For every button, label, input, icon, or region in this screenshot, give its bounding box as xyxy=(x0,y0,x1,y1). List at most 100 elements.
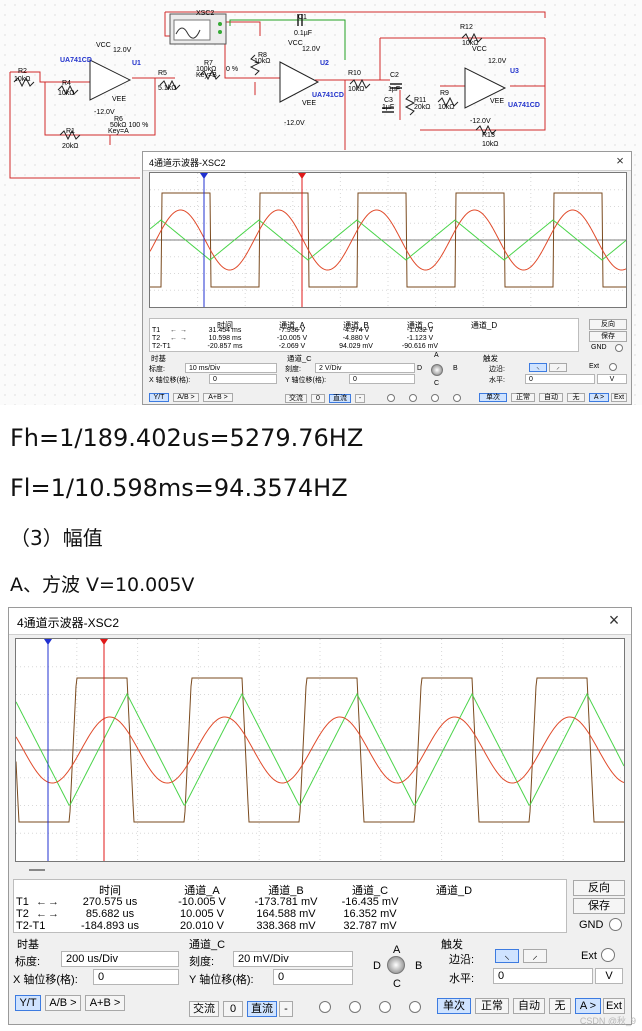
v12-2-label: 12.0V xyxy=(302,46,321,53)
oscilloscope-window-2: 4通道示波器-XSC2 × 时间 通道_A 通道_B 通道_C 通道_D T1 ←… xyxy=(8,607,632,1025)
r5-value: 5.1kΩ xyxy=(158,85,177,92)
mode-button[interactable]: Y/T xyxy=(149,393,169,402)
r13-label: R13 xyxy=(482,132,495,139)
channel-radio[interactable] xyxy=(453,394,461,402)
level-unit[interactable]: V xyxy=(595,968,623,984)
coupling-button[interactable]: 直流 xyxy=(329,394,351,403)
u2-model: UA741CD xyxy=(312,92,344,99)
gnd-radio[interactable] xyxy=(609,918,622,931)
mode-button[interactable]: A/B > xyxy=(173,393,199,402)
level-unit[interactable]: V xyxy=(597,374,627,384)
y-position-field[interactable]: 0 xyxy=(273,969,353,985)
trigger-mode-button[interactable]: 正常 xyxy=(475,998,509,1014)
falling-edge-button[interactable]: ⸝ xyxy=(523,949,547,963)
coupling-button[interactable]: - xyxy=(279,1001,293,1017)
save-button[interactable]: 保存 xyxy=(573,898,625,914)
mode-button[interactable]: A/B > xyxy=(45,995,81,1011)
close-icon[interactable]: × xyxy=(613,153,627,168)
trigger-mode-button[interactable]: 自动 xyxy=(513,998,545,1014)
channel-scale-field[interactable]: 2 V/Div xyxy=(315,363,415,373)
trigger-mode-button[interactable]: 单次 xyxy=(479,393,507,402)
ext-label: Ext xyxy=(589,363,600,370)
trigger-mode-button[interactable]: A > xyxy=(589,393,609,402)
channel-radio[interactable] xyxy=(379,1001,391,1013)
timebase-scale-field[interactable]: 200 us/Div xyxy=(61,951,179,967)
channel-radio[interactable] xyxy=(431,394,439,402)
section-heading: （3）幅值 xyxy=(10,526,103,550)
y-position-field[interactable]: 0 xyxy=(349,374,415,384)
coupling-button[interactable]: 直流 xyxy=(247,1001,277,1017)
reverse-button[interactable]: 反向 xyxy=(573,880,625,896)
ext-radio[interactable] xyxy=(601,948,615,962)
coupling-button[interactable]: 0 xyxy=(223,1001,243,1017)
reverse-button[interactable]: 反向 xyxy=(589,319,627,330)
mode-button[interactable]: A+B > xyxy=(203,393,233,402)
channel-radio[interactable] xyxy=(319,1001,331,1013)
level-field[interactable]: 0 xyxy=(493,968,593,984)
coupling-button[interactable]: 交流 xyxy=(285,394,307,403)
channel-title: 通道_C xyxy=(287,354,312,363)
rising-edge-button[interactable]: ⸜ xyxy=(495,949,519,963)
cursor-value-time: -20.857 ms xyxy=(207,343,243,350)
gnd-radio[interactable] xyxy=(615,344,623,352)
trigger-mode-button[interactable]: 无 xyxy=(567,393,585,402)
coupling-button[interactable]: 0 xyxy=(311,394,325,403)
c1-value: 0.1µF xyxy=(294,30,313,37)
cursor-left-arrow-icon[interactable]: ← xyxy=(170,327,177,334)
splitter-handle[interactable] xyxy=(29,869,45,871)
trigger-mode-button[interactable]: 单次 xyxy=(437,998,471,1014)
cursor-right-arrow-icon[interactable]: → xyxy=(48,908,59,920)
window-title: 4通道示波器-XSC2 xyxy=(17,616,120,630)
waveform-plot xyxy=(150,173,626,307)
close-icon[interactable]: × xyxy=(605,610,623,631)
cursor-left-arrow-icon[interactable]: ← xyxy=(36,896,47,908)
save-button[interactable]: 保存 xyxy=(589,331,627,342)
channel-radio[interactable] xyxy=(409,394,417,402)
level-field[interactable]: 0 xyxy=(525,374,595,384)
cursor-value-time: 31.454 ms xyxy=(208,327,242,334)
trigger-mode-button[interactable]: 正常 xyxy=(511,393,535,402)
channel-knob-icon[interactable] xyxy=(431,364,443,376)
c2-label: C2 xyxy=(390,72,399,79)
ext-radio[interactable] xyxy=(609,363,617,371)
trigger-mode-button[interactable]: 自动 xyxy=(539,393,563,402)
cursor-value-b: 164.588 mV xyxy=(256,908,316,920)
trigger-mode-button[interactable]: Ext xyxy=(611,393,627,402)
vcc2-label: VCC xyxy=(288,40,303,47)
u3-label: U3 xyxy=(510,68,519,75)
cursor-readout: 时间 通道_A 通道_B 通道_C 通道_D T1 ← → 270.575 us -10… xyxy=(13,879,567,933)
cursor-left-arrow-icon[interactable]: ← xyxy=(170,335,177,342)
coupling-button[interactable]: 交流 xyxy=(189,1001,219,1017)
channel-title: 通道_C xyxy=(189,939,226,951)
cursor-left-arrow-icon[interactable]: ← xyxy=(36,908,47,920)
channel-scale-field[interactable]: 20 mV/Div xyxy=(233,951,353,967)
channel-radio[interactable] xyxy=(409,1001,421,1013)
vee3-label: VEE xyxy=(490,98,505,105)
x-position-field[interactable]: 0 xyxy=(209,374,277,384)
falling-edge-button[interactable]: ⸝ xyxy=(549,363,567,372)
channel-knob-icon[interactable] xyxy=(387,956,405,974)
cursor-right-arrow-icon[interactable]: → xyxy=(180,327,187,334)
square-wave-amplitude: A、方波 V=10.005V xyxy=(10,574,195,596)
trigger-mode-button[interactable]: 无 xyxy=(549,998,571,1014)
cursor-value-b: 94.029 mV xyxy=(339,343,373,350)
channel-radio[interactable] xyxy=(349,1001,361,1013)
mode-button[interactable]: A+B > xyxy=(85,995,125,1011)
cursor-value-time: -184.893 us xyxy=(80,920,140,932)
channel-radio[interactable] xyxy=(387,394,395,402)
cursor-right-arrow-icon[interactable]: → xyxy=(180,335,187,342)
cursor-row-label: T2 xyxy=(152,335,161,342)
x-position-field[interactable]: 0 xyxy=(93,969,179,985)
trigger-mode-button[interactable]: Ext xyxy=(603,998,625,1014)
cursor-right-arrow-icon[interactable]: → xyxy=(48,896,59,908)
rising-edge-button[interactable]: ⸜ xyxy=(529,363,547,372)
coupling-button[interactable]: - xyxy=(355,394,365,403)
knob-label-a: A xyxy=(393,944,401,956)
r12-label: R12 xyxy=(460,24,473,31)
mode-button[interactable]: Y/T xyxy=(15,995,41,1011)
timebase-scale-field[interactable]: 10 ms/Div xyxy=(185,363,277,373)
cursor-1-marker xyxy=(44,639,52,645)
trigger-mode-button[interactable]: A > xyxy=(575,998,601,1014)
r9-value: 10kΩ xyxy=(438,104,455,111)
n12-2-label: -12.0V xyxy=(284,120,305,127)
